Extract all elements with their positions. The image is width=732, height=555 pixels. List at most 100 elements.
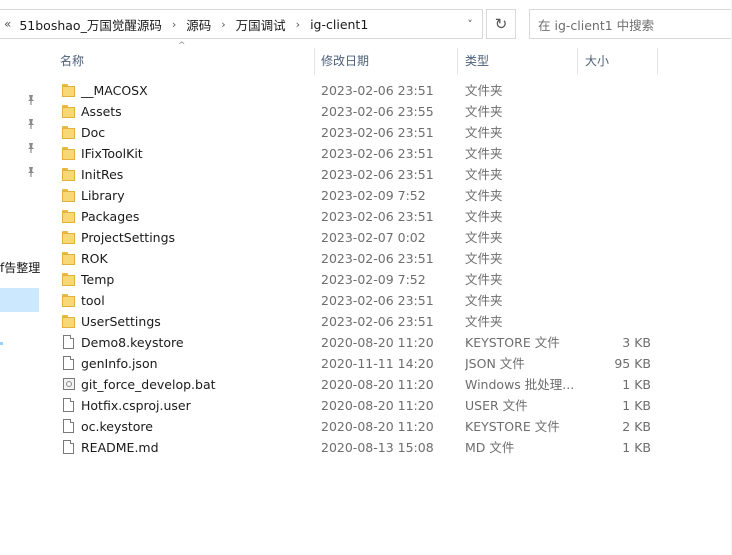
file-row[interactable]: Assets 2023-02-06 23:55 文件夹 xyxy=(52,101,672,122)
folder-icon xyxy=(60,124,78,141)
refresh-button[interactable]: ↻ xyxy=(486,9,516,39)
nav-expander-icon[interactable] xyxy=(0,342,3,345)
batch-file-icon xyxy=(60,376,78,393)
file-name: IFixToolKit xyxy=(81,146,143,161)
folder-icon xyxy=(60,313,78,330)
file-size xyxy=(581,269,651,290)
file-icon xyxy=(60,439,78,456)
address-dropdown-icon[interactable]: ˅ xyxy=(458,10,482,38)
file-type: KEYSTORE 文件 xyxy=(465,335,560,350)
file-modified-date: 2023-02-06 23:51 xyxy=(321,146,434,161)
file-type: 文件夹 xyxy=(465,272,503,287)
file-type: MD 文件 xyxy=(465,440,515,455)
nav-item-selected[interactable] xyxy=(0,288,39,312)
search-input[interactable]: 在 ig-client1 中搜索 xyxy=(529,9,732,39)
pin-icon[interactable] xyxy=(24,142,38,156)
file-name: Temp xyxy=(81,272,115,287)
file-modified-date: 2020-11-11 14:20 xyxy=(321,356,434,371)
file-size: 1 KB xyxy=(622,398,651,413)
file-name: Demo8.keystore xyxy=(81,335,184,350)
pin-icon[interactable] xyxy=(24,94,38,108)
file-type: KEYSTORE 文件 xyxy=(465,419,560,434)
file-modified-date: 2023-02-06 23:51 xyxy=(321,209,434,224)
file-type: 文件夹 xyxy=(465,167,503,182)
file-type: 文件夹 xyxy=(465,104,503,119)
column-header-row: ^ 名称 修改日期 类型 大小 xyxy=(52,41,732,75)
refresh-icon: ↻ xyxy=(494,15,508,33)
column-divider[interactable] xyxy=(657,48,658,75)
breadcrumb-51boshao[interactable]: 51boshao_万国觉醒源码 xyxy=(15,15,165,34)
file-row[interactable]: Temp 2023-02-09 7:52 文件夹 xyxy=(52,269,672,290)
file-row[interactable]: __MACOSX 2023-02-06 23:51 文件夹 xyxy=(52,80,672,101)
file-size: 95 KB xyxy=(614,356,651,371)
file-name: oc.keystore xyxy=(81,419,153,434)
address-bar[interactable]: « 51boshao_万国觉醒源码 › 源码 › 万国调试 › ig-clien… xyxy=(0,9,483,39)
file-modified-date: 2023-02-07 0:02 xyxy=(321,230,426,245)
folder-icon xyxy=(60,292,78,309)
file-row[interactable]: UserSettings 2023-02-06 23:51 文件夹 xyxy=(52,311,672,332)
file-row[interactable]: Packages 2023-02-06 23:51 文件夹 xyxy=(52,206,672,227)
file-size xyxy=(581,227,651,248)
nav-item-partial-label[interactable]: f告整理 xyxy=(0,259,40,276)
file-modified-date: 2023-02-09 7:52 xyxy=(321,188,426,203)
folder-icon xyxy=(60,208,78,225)
folder-icon xyxy=(60,103,78,120)
file-row[interactable]: Demo8.keystore 2020-08-20 11:20 KEYSTORE 文… xyxy=(52,332,672,353)
file-name: ROK xyxy=(81,251,108,266)
file-modified-date: 2023-02-06 23:51 xyxy=(321,167,434,182)
file-type: 文件夹 xyxy=(465,251,503,266)
file-row[interactable]: ProjectSettings 2023-02-07 0:02 文件夹 xyxy=(52,227,672,248)
column-header-name[interactable]: 名称 xyxy=(52,48,314,75)
file-name: UserSettings xyxy=(81,314,161,329)
file-row[interactable]: Doc 2023-02-06 23:51 文件夹 xyxy=(52,122,672,143)
folder-icon xyxy=(60,166,78,183)
file-modified-date: 2023-02-06 23:51 xyxy=(321,293,434,308)
file-name: Assets xyxy=(81,104,122,119)
column-header-date[interactable]: 修改日期 xyxy=(313,48,457,75)
file-row[interactable]: tool 2023-02-06 23:51 文件夹 xyxy=(52,290,672,311)
file-row[interactable]: IFixToolKit 2023-02-06 23:51 文件夹 xyxy=(52,143,672,164)
file-name: __MACOSX xyxy=(81,83,148,98)
file-size: 3 KB xyxy=(622,335,651,350)
file-modified-date: 2023-02-09 7:52 xyxy=(321,272,426,287)
file-modified-date: 2023-02-06 23:51 xyxy=(321,83,434,98)
file-name: Packages xyxy=(81,209,140,224)
column-header-type[interactable]: 类型 xyxy=(457,48,577,75)
file-type: 文件夹 xyxy=(465,83,503,98)
file-modified-date: 2023-02-06 23:51 xyxy=(321,251,434,266)
file-modified-date: 2020-08-20 11:20 xyxy=(321,419,434,434)
folder-icon xyxy=(60,82,78,99)
pin-icon[interactable] xyxy=(24,118,38,132)
file-name: ProjectSettings xyxy=(81,230,176,245)
file-row[interactable]: git_force_develop.bat 2020-08-20 11:20 Win… xyxy=(52,374,672,395)
file-row[interactable]: Hotfix.csproj.user 2020-08-20 11:20 USER 文… xyxy=(52,395,672,416)
file-modified-date: 2020-08-20 11:20 xyxy=(321,377,434,392)
file-row[interactable]: ROK 2023-02-06 23:51 文件夹 xyxy=(52,248,672,269)
breadcrumb-separator-icon[interactable]: › xyxy=(290,18,306,31)
file-row[interactable]: oc.keystore 2020-08-20 11:20 KEYSTORE 文件 2 … xyxy=(52,416,672,437)
breadcrumb-source[interactable]: 源码 xyxy=(182,15,215,34)
breadcrumb-separator-icon[interactable]: › xyxy=(215,18,231,31)
breadcrumb-separator-icon[interactable]: › xyxy=(166,18,182,31)
file-type: 文件夹 xyxy=(465,146,503,161)
breadcrumb-current-folder[interactable]: ig-client1 xyxy=(306,17,372,32)
overflow-chevron-icon[interactable]: « xyxy=(0,17,15,31)
file-size xyxy=(581,185,651,206)
file-size xyxy=(581,164,651,185)
file-row[interactable]: README.md 2020-08-13 15:08 MD 文件 1 KB xyxy=(52,437,672,458)
breadcrumb-debug[interactable]: 万国调试 xyxy=(232,15,290,34)
file-icon xyxy=(60,355,78,372)
column-header-size[interactable]: 大小 xyxy=(577,48,657,75)
file-modified-date: 2020-08-20 11:20 xyxy=(321,398,434,413)
folder-icon xyxy=(60,187,78,204)
file-row[interactable]: genInfo.json 2020-11-11 14:20 JSON 文件 95 KB xyxy=(52,353,672,374)
file-size: 1 KB xyxy=(622,440,651,455)
file-type: USER 文件 xyxy=(465,398,528,413)
file-type: 文件夹 xyxy=(465,314,503,329)
file-row[interactable]: InitRes 2023-02-06 23:51 文件夹 xyxy=(52,164,672,185)
folder-icon xyxy=(60,271,78,288)
file-name: README.md xyxy=(81,440,159,455)
pin-icon[interactable] xyxy=(24,166,38,180)
navigation-pane: f告整理 xyxy=(0,48,40,555)
file-row[interactable]: Library 2023-02-09 7:52 文件夹 xyxy=(52,185,672,206)
